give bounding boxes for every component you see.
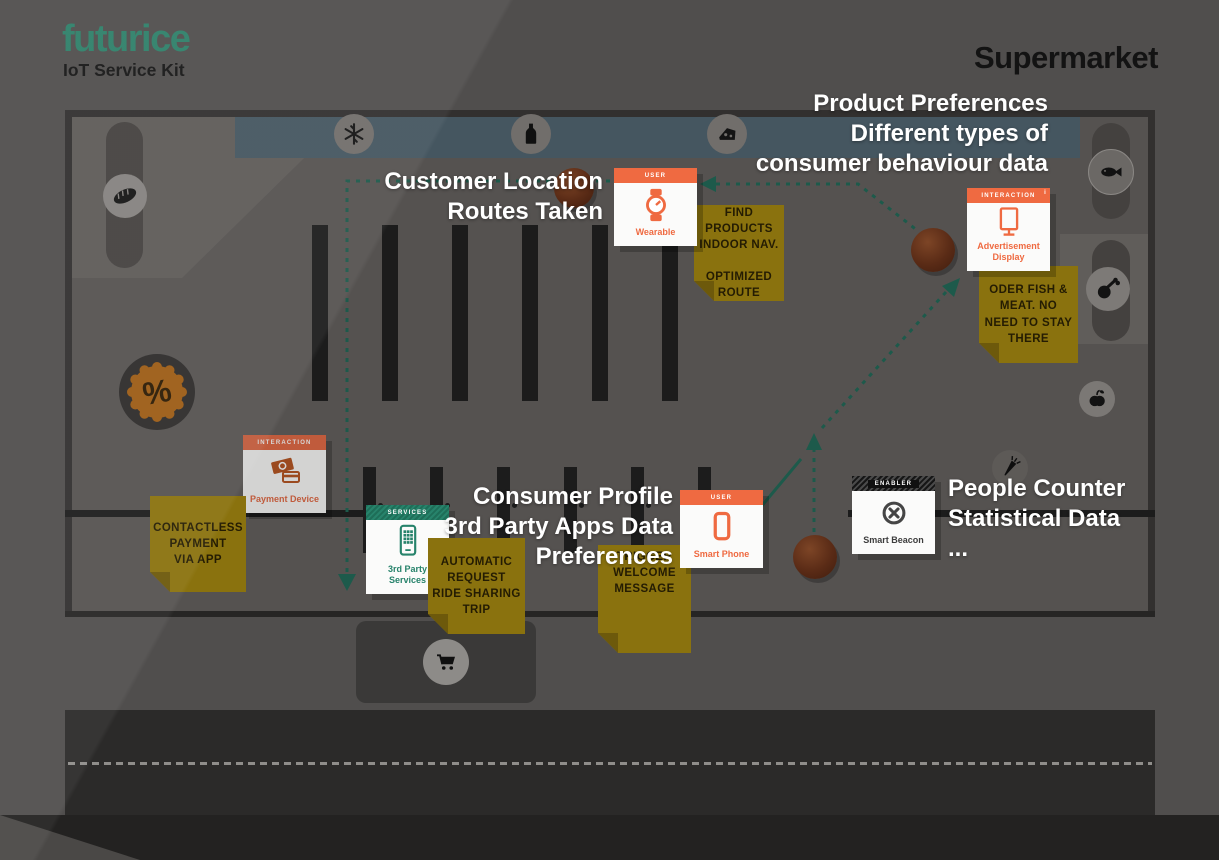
wearable-card[interactable]: USER Wearable [614, 168, 697, 246]
sticky-text: FIND PRODUCTS INDOOR NAV. OPTIMIZED ROUT… [694, 201, 784, 306]
payment-device-card[interactable]: INTERACTION Payment Device [243, 435, 326, 513]
sticky-note-contactless[interactable]: CONTACTLESS PAYMENT VIA APP [150, 496, 246, 592]
annotation-consumer-profile: Consumer Profile 3rd Party Apps Data Pre… [444, 482, 673, 572]
card-category: USER [680, 490, 763, 505]
phone-link-line [760, 459, 801, 508]
card-category-text: INTERACTION [981, 193, 1035, 199]
arrow-down-icon [338, 574, 356, 591]
watch-icon [614, 183, 697, 227]
card-category: SERVICES [366, 505, 449, 520]
beacon-to-display-path [822, 292, 946, 428]
person-marker[interactable] [911, 228, 955, 272]
smartphone-icon [680, 505, 763, 549]
arrow-up-icon [806, 433, 822, 450]
smart-beacon-card[interactable]: ENABLER Smart Beacon [852, 476, 935, 554]
arrow-left-icon [700, 176, 716, 192]
annotation-people-counter: People Counter Statistical Data ... [948, 474, 1125, 564]
card-category: INTERACTION i [967, 188, 1050, 203]
card-category: USER [614, 168, 697, 183]
smart-phone-card[interactable]: USER Smart Phone [680, 490, 763, 568]
sticky-text: CONTACTLESS PAYMENT VIA APP [149, 516, 247, 572]
annotation-customer-location: Customer Location Routes Taken [384, 167, 603, 227]
card-category-text: ENABLER [868, 480, 919, 488]
card-category: INTERACTION [243, 435, 326, 450]
supermarket-scenario-board: futurice IoT Service Kit Supermarket [0, 0, 1219, 860]
info-icon: i [1044, 190, 1047, 196]
person-marker[interactable] [793, 535, 837, 579]
card-label: Smart Beacon [852, 535, 935, 554]
card-category: ENABLER [852, 476, 935, 491]
annotation-product-preferences: Product Preferences Different types of c… [756, 89, 1048, 179]
card-label: Advertisement Display [967, 241, 1050, 271]
display-icon [967, 203, 1050, 241]
advertisement-display-card[interactable]: INTERACTION i Advertisement Display [967, 188, 1050, 271]
card-label: Smart Phone [680, 549, 763, 568]
card-label: Wearable [614, 227, 697, 246]
beacon-icon [852, 491, 935, 535]
sticky-note-find-products[interactable]: FIND PRODUCTS INDOOR NAV. OPTIMIZED ROUT… [694, 205, 784, 301]
sticky-note-order-fish[interactable]: ODER FISH & MEAT. NO NEED TO STAY THERE [979, 266, 1078, 363]
card-label: Payment Device [243, 494, 326, 513]
sticky-text: ODER FISH & MEAT. NO NEED TO STAY THERE [981, 278, 1077, 350]
payment-icon [243, 450, 326, 494]
